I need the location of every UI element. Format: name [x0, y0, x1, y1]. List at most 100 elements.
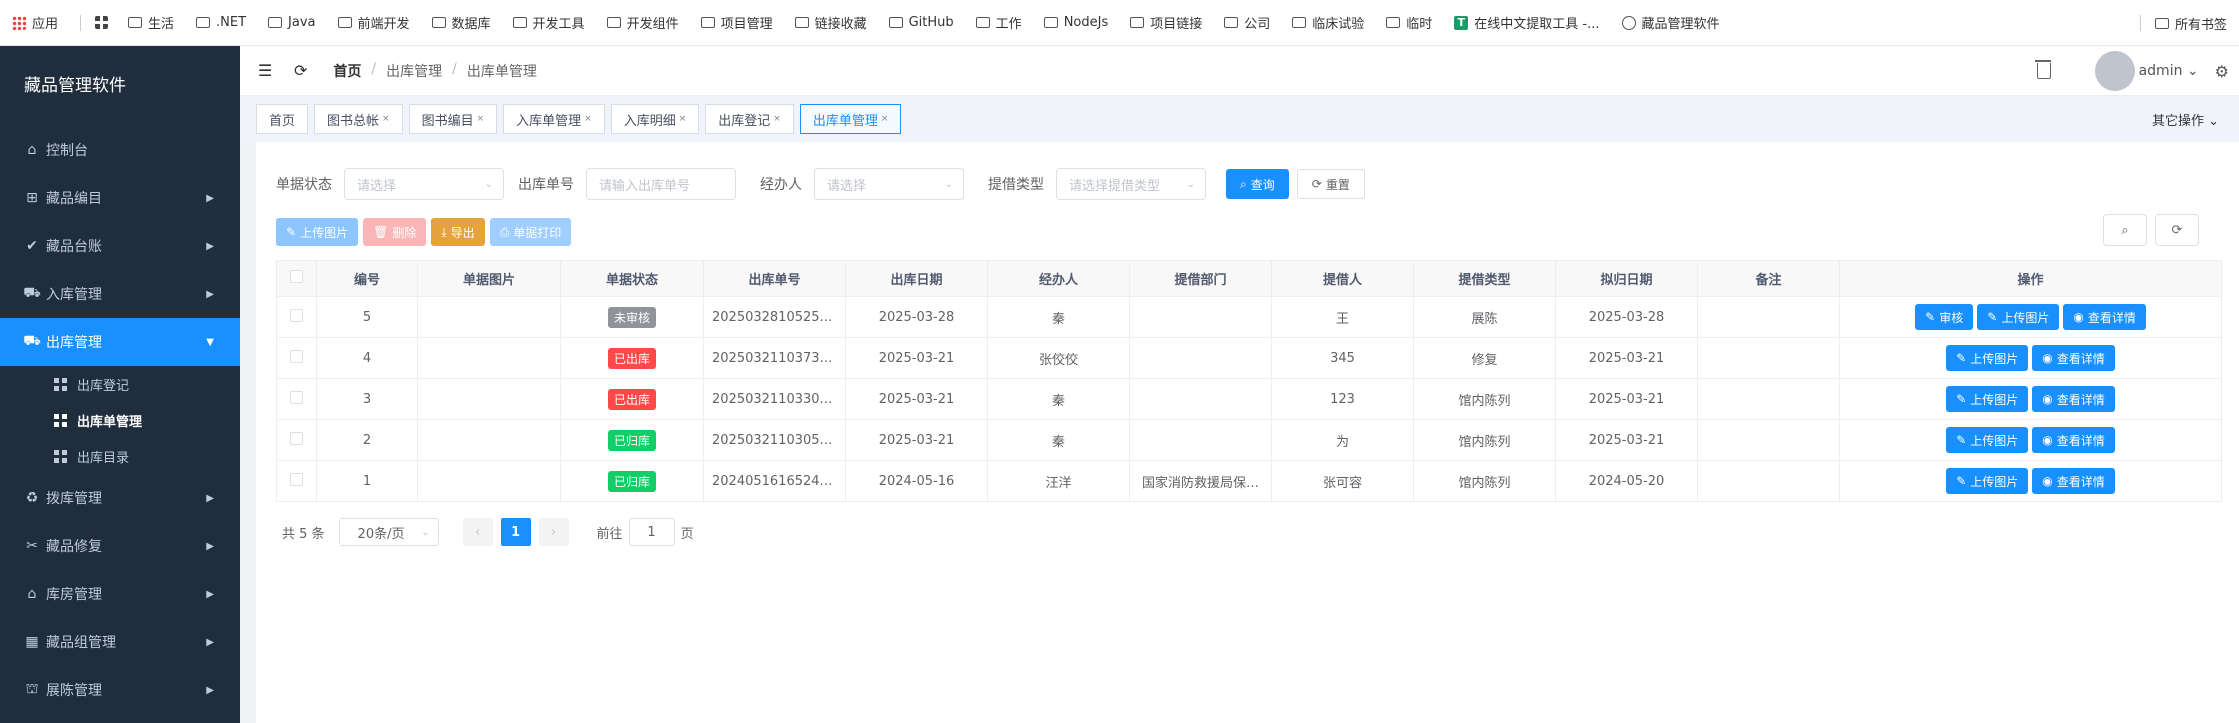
view-details-button[interactable]: ◉ 查看详情: [2032, 468, 2115, 494]
sidebar-item-inbound[interactable]: ⛟ 入库管理 ▶: [0, 270, 240, 318]
close-icon[interactable]: ×: [477, 114, 485, 124]
cell-handler: 秦: [987, 419, 1130, 461]
bookmark-folder[interactable]: 项目链接: [1130, 13, 1202, 32]
tag-item[interactable]: 入库单管理 ×: [503, 104, 605, 134]
print-button[interactable]: ⎙ 单据打印: [489, 218, 572, 246]
hamburger-icon[interactable]: ☰: [258, 61, 274, 80]
view-details-button[interactable]: ◉ 查看详情: [2032, 345, 2115, 371]
sidebar-item-catalog[interactable]: ⊞ 藏品编目 ▶: [0, 174, 240, 222]
sidebar-item-warehouse[interactable]: ⌂ 库房管理 ▶: [0, 570, 240, 618]
next-page-button[interactable]: ›: [538, 518, 569, 546]
bookmark-grid[interactable]: [95, 16, 114, 29]
page-size-select[interactable]: 20条/页 ⌄: [338, 518, 439, 546]
view-details-button[interactable]: ◉ 查看详情: [2032, 427, 2115, 453]
tag-home[interactable]: 首页: [256, 104, 309, 134]
view-details-button[interactable]: ◉ 查看详情: [2032, 386, 2115, 412]
bookmark-folder[interactable]: 前端开发: [337, 13, 410, 32]
bookmark-folder[interactable]: 开发工具: [512, 13, 585, 32]
folder-icon: [2154, 17, 2169, 29]
bookmark-folder[interactable]: 链接收藏: [794, 13, 867, 32]
avatar[interactable]: [2094, 51, 2135, 91]
bookmark-folder[interactable]: Java: [268, 15, 316, 30]
bookmark-folder[interactable]: 开发组件: [606, 13, 679, 32]
transfer-icon: ♻: [25, 490, 39, 506]
bookmark-link[interactable]: T 在线中文提取工具 -...: [1454, 13, 1600, 32]
bookmark-folder[interactable]: 临时: [1386, 13, 1432, 32]
goto-page-input[interactable]: 1: [628, 518, 675, 546]
upload-image-button[interactable]: ✎ 上传图片: [1946, 386, 2029, 412]
sidebar-item-exhibit[interactable]: ⛫ 展陈管理 ▶: [0, 666, 240, 714]
sidebar-subitem-outbound-orders[interactable]: 出库单管理: [0, 402, 240, 438]
bookmark-folder[interactable]: 临床试验: [1292, 13, 1364, 32]
bookmark-all[interactable]: 所有书签: [2154, 14, 2227, 33]
bookmark-folder[interactable]: 数据库: [431, 13, 491, 32]
bookmark-folder[interactable]: 项目管理: [700, 13, 773, 32]
sidebar-item-repair[interactable]: ✂ 藏品修复 ▶: [0, 522, 240, 570]
query-button[interactable]: ⌕ 查询: [1226, 169, 1289, 199]
upload-image-button[interactable]: ✎ 上传图片: [1946, 427, 2029, 453]
status-badge: 已归库: [607, 470, 656, 492]
refresh-table-button[interactable]: ⟳: [2155, 214, 2199, 246]
delete-button[interactable]: 🗑 删除: [363, 218, 427, 246]
text-tool-icon: T: [1454, 15, 1469, 30]
sidebar-item-groups[interactable]: ▦ 藏品组管理 ▶: [0, 618, 240, 666]
breadcrumb-home[interactable]: 首页: [333, 61, 361, 81]
upload-image-button[interactable]: ✎ 上传图片: [1946, 468, 2029, 494]
close-icon[interactable]: ×: [773, 114, 781, 124]
checkbox[interactable]: [290, 431, 303, 445]
review-button[interactable]: ✎ 审核: [1915, 304, 1974, 330]
sidebar-item-outbound[interactable]: ⛟ 出库管理 ▼: [0, 318, 240, 366]
bookmark-folder[interactable]: 公司: [1224, 13, 1270, 32]
checkbox[interactable]: [290, 349, 303, 363]
pagination: 共 5 条 20条/页 ⌄ ‹ 1 › 前往 1 页: [282, 518, 694, 546]
sidebar-subitem-outbound-catalog[interactable]: 出库目录: [0, 438, 240, 474]
close-icon[interactable]: ×: [584, 114, 592, 124]
page-number[interactable]: 1: [500, 518, 531, 546]
sidebar-item-dashboard[interactable]: ⌂ 控制台: [0, 126, 240, 174]
checkbox[interactable]: [290, 472, 303, 486]
upload-image-button[interactable]: ✎ 上传图片: [1946, 345, 2029, 371]
close-icon[interactable]: ×: [881, 114, 889, 124]
other-operations-dropdown[interactable]: 其它操作 ⌄: [2152, 110, 2219, 129]
bookmark-folder[interactable]: 工作: [975, 13, 1022, 32]
sidebar-item-ledger[interactable]: ✔ 藏品台账 ▶: [0, 222, 240, 270]
bookmark-folder[interactable]: .NET: [196, 15, 246, 30]
close-icon[interactable]: ×: [382, 114, 390, 124]
tag-item[interactable]: 入库明细 ×: [610, 104, 700, 134]
close-icon[interactable]: ×: [679, 114, 687, 124]
upload-image-button[interactable]: ✎ 上传图片: [1977, 304, 2060, 330]
bookmark-folder[interactable]: GitHub: [888, 15, 954, 30]
gear-icon[interactable]: ⚙: [2215, 62, 2229, 81]
sidebar-subitem-outbound-register[interactable]: 出库登记: [0, 366, 240, 402]
checkbox[interactable]: [290, 308, 303, 322]
grid-icon: [95, 16, 109, 29]
folder-icon: [1224, 17, 1239, 28]
type-select[interactable]: 请选择提借类型 ⌄: [1056, 168, 1206, 200]
export-button[interactable]: ⤓ 导出: [431, 218, 485, 246]
reset-button[interactable]: ⟳ 重置: [1296, 169, 1365, 199]
order-no-input[interactable]: 请输入出库单号: [586, 168, 736, 200]
tag-item[interactable]: 图书编目 ×: [408, 104, 498, 134]
trash-icon[interactable]: [2034, 60, 2051, 79]
checkbox[interactable]: [290, 390, 303, 404]
tag-item-active[interactable]: 出库单管理 ×: [799, 104, 902, 134]
toggle-search-button[interactable]: ⌕: [2103, 214, 2147, 246]
chevron-right-icon: ›: [550, 524, 557, 540]
handler-select[interactable]: 请选择 ⌄: [814, 168, 964, 200]
prev-page-button[interactable]: ‹: [462, 518, 493, 546]
cell-actions: ✎ 上传图片 ◉ 查看详情: [1839, 460, 2222, 502]
tag-item[interactable]: 图书总帐 ×: [314, 104, 403, 134]
bookmark-folder[interactable]: NodeJs: [1043, 15, 1108, 30]
bookmark-folder[interactable]: 生活: [128, 13, 174, 32]
bookmark-apps[interactable]: 应用: [12, 13, 58, 32]
status-select[interactable]: 请选择 ⌄: [344, 168, 504, 200]
header-select-all[interactable]: [276, 260, 317, 297]
view-details-button[interactable]: ◉ 查看详情: [2063, 304, 2146, 330]
refresh-icon[interactable]: ⟳: [294, 61, 307, 80]
bookmark-link[interactable]: 藏品管理软件: [1621, 13, 1720, 32]
upload-image-button[interactable]: ✎ 上传图片: [276, 218, 359, 246]
checkbox[interactable]: [290, 270, 303, 283]
tag-item[interactable]: 出库登记 ×: [705, 104, 794, 134]
user-menu[interactable]: admin ⌄: [2139, 63, 2199, 79]
sidebar-item-transfer[interactable]: ♻ 拨库管理 ▶: [0, 474, 240, 522]
